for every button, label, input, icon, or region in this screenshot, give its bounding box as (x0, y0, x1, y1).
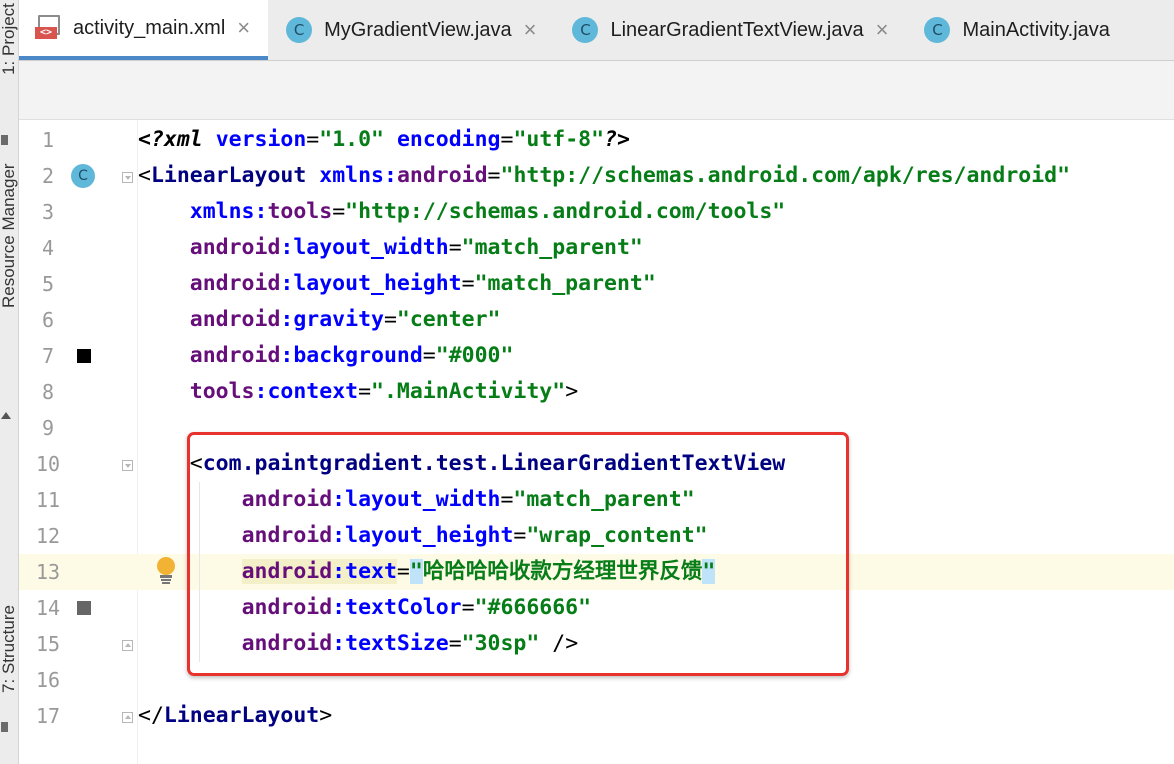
code-line: 12 android:layout_height="wrap_content" (19, 518, 1174, 554)
matched-quote: " (702, 559, 716, 584)
line-number: 17 (35, 704, 61, 728)
fold-toggle-icon[interactable] (122, 640, 133, 651)
close-icon[interactable]: × (237, 15, 250, 41)
class-reference-icon[interactable]: C (71, 164, 95, 188)
code-text: <LinearLayout xmlns:android="http://sche… (138, 163, 1071, 188)
resource-manager-tool-tab[interactable]: Resource Manager (0, 163, 18, 308)
tab-label: MainActivity.java (962, 18, 1110, 41)
close-icon[interactable]: × (876, 17, 889, 43)
code-line: 6 android:gravity="center" (19, 302, 1174, 338)
code-line: 8 tools:context=".MainActivity"> (19, 374, 1174, 410)
structure-tool-tab[interactable]: 7: Structure (0, 600, 18, 698)
code-text: android:layout_height="wrap_content" (241, 523, 708, 548)
line-number: 16 (35, 668, 61, 692)
code-line: 14 android:textColor="#666666" (19, 590, 1174, 626)
class-icon: C (286, 17, 313, 43)
line-number: 13 (35, 560, 61, 584)
code-line: 9 (19, 410, 1174, 446)
code-text: tools:context=".MainActivity"> (189, 379, 579, 404)
tab-label: activity_main.xml (73, 16, 226, 39)
tab-mainactivity-java[interactable]: C MainActivity.java (906, 0, 1127, 60)
matched-quote: " (409, 559, 423, 584)
code-line: 1 <?xml version="1.0" encoding="utf-8"?> (19, 122, 1174, 158)
code-line: 16 (19, 662, 1174, 698)
fold-toggle-icon[interactable] (122, 172, 133, 183)
code-line: 7 android:background="#000" (19, 338, 1174, 374)
tab-mygradientview-java[interactable]: C MyGradientView.java × (268, 0, 554, 60)
line-number: 1 (41, 128, 55, 152)
code-text: xmlns:tools="http://schemas.android.com/… (189, 199, 786, 224)
code-text: android:layout_width="match_parent" (241, 487, 695, 512)
code-editor[interactable]: 1 <?xml version="1.0" encoding="utf-8"?>… (19, 120, 1174, 764)
code-text: <com.paintgradient.test.LinearGradientTe… (189, 451, 786, 476)
code-text: android:layout_width="match_parent" (189, 235, 643, 260)
code-line: 11 android:layout_width="match_parent" (19, 482, 1174, 518)
code-text: android:background="#000" (189, 343, 514, 368)
line-number: 2 (41, 164, 55, 188)
project-tool-tab[interactable]: 1: Project (0, 0, 18, 88)
project-panel-icon (1, 135, 8, 145)
structure-panel-icon (1, 722, 8, 732)
line-number: 7 (41, 344, 55, 368)
class-icon: C (924, 17, 951, 43)
line-number: 4 (41, 236, 55, 260)
code-text: android:textColor="#666666" (241, 595, 592, 620)
line-number: 10 (35, 452, 61, 476)
line-number: 11 (35, 488, 61, 512)
line-number: 3 (41, 200, 55, 224)
tab-label: MyGradientView.java (324, 18, 512, 41)
code-line-current: 13 android:text="哈哈哈哈收款方经理世界反馈" (19, 554, 1174, 590)
code-line: 5 android:layout_height="match_parent" (19, 266, 1174, 302)
editor-breadcrumb-bar (19, 61, 1174, 120)
close-icon[interactable]: × (524, 17, 537, 43)
line-number: 8 (41, 380, 55, 404)
line-number: 15 (35, 632, 61, 656)
code-text: android:textSize="30sp" /> (241, 631, 579, 656)
indent-guide (199, 482, 200, 662)
tab-lineargradienttextview-java[interactable]: C LinearGradientTextView.java × (554, 0, 906, 60)
tab-activity-main-xml[interactable]: <> activity_main.xml × (19, 0, 269, 60)
code-text: </LinearLayout> (138, 703, 333, 728)
code-line: 2 C <LinearLayout xmlns:android="http://… (19, 158, 1174, 194)
line-number: 6 (41, 308, 55, 332)
code-text: android:gravity="center" (189, 307, 501, 332)
code-line: 17 </LinearLayout> (19, 698, 1174, 734)
code-text: <?xml version="1.0" encoding="utf-8"?> (138, 127, 630, 152)
line-number: 14 (35, 596, 61, 620)
xml-file-icon: <> (35, 15, 61, 41)
code-line: 15 android:textSize="30sp" /> (19, 626, 1174, 662)
left-tool-strip: 1: Project Resource Manager 7: Structure (0, 0, 19, 764)
line-number: 5 (41, 272, 55, 296)
line-number: 12 (35, 524, 61, 548)
code-line: 3 xmlns:tools="http://schemas.android.co… (19, 194, 1174, 230)
fold-toggle-icon[interactable] (122, 460, 133, 471)
code-line: 10 <com.paintgradient.test.LinearGradien… (19, 446, 1174, 482)
fold-toggle-icon[interactable] (122, 712, 133, 723)
editor-tab-bar: <> activity_main.xml × C MyGradientView.… (19, 0, 1174, 61)
color-swatch-icon[interactable] (77, 349, 91, 363)
code-text: android:text="哈哈哈哈收款方经理世界反馈" (241, 559, 716, 584)
code-text: android:layout_height="match_parent" (189, 271, 656, 296)
line-number: 9 (41, 416, 55, 440)
code-line: 4 android:layout_width="match_parent" (19, 230, 1174, 266)
resource-manager-icon (1, 412, 11, 419)
tab-label: LinearGradientTextView.java (610, 18, 864, 41)
class-icon: C (572, 17, 599, 43)
color-swatch-icon[interactable] (77, 601, 91, 615)
